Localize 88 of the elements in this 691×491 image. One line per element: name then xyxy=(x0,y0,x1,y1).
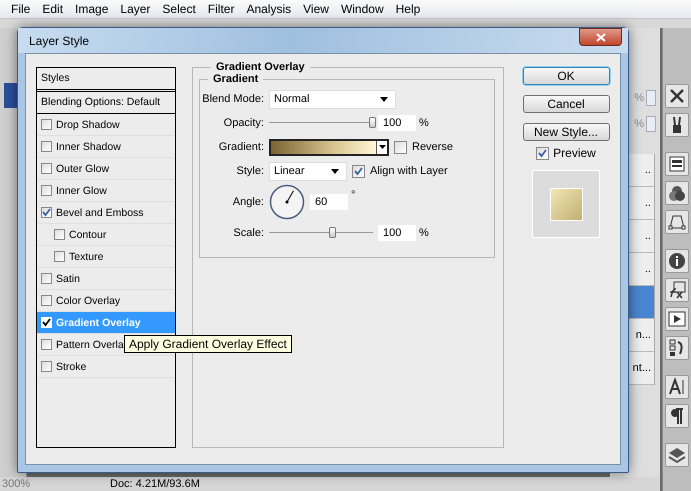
caret-icon xyxy=(331,168,339,174)
checkbox-label: Preview xyxy=(553,146,596,160)
field-label: Angle: xyxy=(232,196,264,208)
menu-item[interactable]: Edit xyxy=(37,2,70,16)
unit-label: ° xyxy=(351,189,356,201)
scale-slider[interactable] xyxy=(269,225,373,241)
style-dropdown[interactable]: Linear xyxy=(269,162,347,180)
styles-header[interactable]: Styles xyxy=(37,68,175,92)
menu-item[interactable]: Select xyxy=(157,2,203,16)
percent-label: % xyxy=(634,92,644,104)
slider-thumb[interactable] xyxy=(369,117,376,128)
field-label: Blend Mode: xyxy=(201,93,264,105)
preview-swatch xyxy=(532,170,600,238)
field-label: Style: xyxy=(235,165,264,177)
percent-label: % xyxy=(634,118,644,130)
unit-label: % xyxy=(419,227,429,239)
unit-label: % xyxy=(419,117,429,129)
fx-icon[interactable] xyxy=(665,278,689,302)
section-title: Gradient xyxy=(212,73,260,85)
field-label: Opacity: xyxy=(222,117,264,129)
blend-mode-dropdown[interactable]: Normal xyxy=(269,90,396,108)
preview-checkbox[interactable] xyxy=(536,146,550,160)
history-icon[interactable] xyxy=(665,336,689,360)
checkbox-label: Reverse xyxy=(412,141,453,153)
menu-item[interactable]: Analysis xyxy=(241,2,298,16)
style-item[interactable]: Texture xyxy=(37,246,175,268)
document-icon[interactable] xyxy=(665,152,689,176)
checkbox[interactable] xyxy=(54,229,65,240)
menu-item[interactable]: File xyxy=(6,2,38,16)
checkbox-label: Align with Layer xyxy=(370,165,448,177)
window-title: Layer Style xyxy=(29,34,90,48)
menu-item[interactable]: Layer xyxy=(115,2,158,16)
style-item[interactable]: Bevel and Emboss xyxy=(37,202,175,224)
style-item[interactable]: Satin xyxy=(37,268,175,290)
angle-dial[interactable] xyxy=(269,184,305,220)
tooltip: Apply Gradient Overlay Effect xyxy=(124,335,292,353)
checkbox[interactable] xyxy=(41,141,52,152)
opacity-slider[interactable] xyxy=(269,115,373,131)
letter-icon[interactable] xyxy=(665,375,689,399)
checkbox[interactable] xyxy=(41,185,52,196)
close-button[interactable] xyxy=(579,28,622,46)
blending-options-item[interactable]: Blending Options: Default xyxy=(37,92,175,114)
field-label: Scale: xyxy=(232,227,264,239)
menu-item[interactable]: Filter xyxy=(202,2,242,16)
close-icon xyxy=(596,32,606,42)
dialog-button[interactable]: New Style... xyxy=(522,123,610,141)
play-icon[interactable] xyxy=(665,307,689,331)
style-item[interactable]: Outer Glow xyxy=(37,158,175,180)
dialog-button[interactable]: OK xyxy=(522,67,610,85)
style-item[interactable]: Drop Shadow xyxy=(37,114,175,136)
document-size: Doc: 4.21M/93.6M xyxy=(110,478,200,490)
gradient-picker[interactable] xyxy=(269,138,389,156)
tools-icon[interactable] xyxy=(665,84,689,108)
slider-thumb[interactable] xyxy=(329,227,336,238)
style-item[interactable]: Contour xyxy=(37,224,175,246)
checkbox[interactable] xyxy=(41,273,52,284)
checkbox[interactable] xyxy=(41,361,52,372)
checkbox[interactable] xyxy=(41,339,52,350)
menu-item[interactable]: Window xyxy=(336,2,391,16)
layers-icon[interactable] xyxy=(665,443,689,467)
checkbox[interactable] xyxy=(41,119,52,130)
menu-item[interactable]: Help xyxy=(390,2,428,16)
align-checkbox[interactable] xyxy=(352,164,365,178)
dialog-button[interactable]: Cancel xyxy=(522,95,610,113)
caret-icon xyxy=(378,145,386,149)
checkbox[interactable] xyxy=(41,295,52,306)
angle-field[interactable]: 60 xyxy=(310,194,348,210)
style-item[interactable]: Stroke xyxy=(37,356,175,378)
opacity-field[interactable]: 100 xyxy=(378,115,416,131)
caret-icon xyxy=(380,96,388,102)
group-title: Gradient Overlay xyxy=(215,61,306,73)
scale-field[interactable]: 100 xyxy=(378,225,416,241)
field-label: Gradient: xyxy=(218,141,264,153)
circles-icon[interactable] xyxy=(665,181,689,205)
zoom-level: 300% xyxy=(1,478,32,490)
checkbox[interactable] xyxy=(41,163,52,174)
checkbox[interactable] xyxy=(54,251,65,262)
path-icon[interactable] xyxy=(665,210,689,234)
paragraph-icon[interactable] xyxy=(665,404,689,428)
brushes-icon[interactable] xyxy=(665,113,689,137)
checkbox[interactable] xyxy=(41,317,52,328)
info-icon[interactable] xyxy=(665,249,689,273)
reverse-checkbox[interactable] xyxy=(394,140,407,154)
checkbox[interactable] xyxy=(41,207,52,218)
style-item[interactable]: Inner Glow xyxy=(37,180,175,202)
menu-item[interactable]: Image xyxy=(70,2,116,16)
menu-item[interactable]: View xyxy=(298,2,336,16)
style-item[interactable]: Inner Shadow xyxy=(37,136,175,158)
